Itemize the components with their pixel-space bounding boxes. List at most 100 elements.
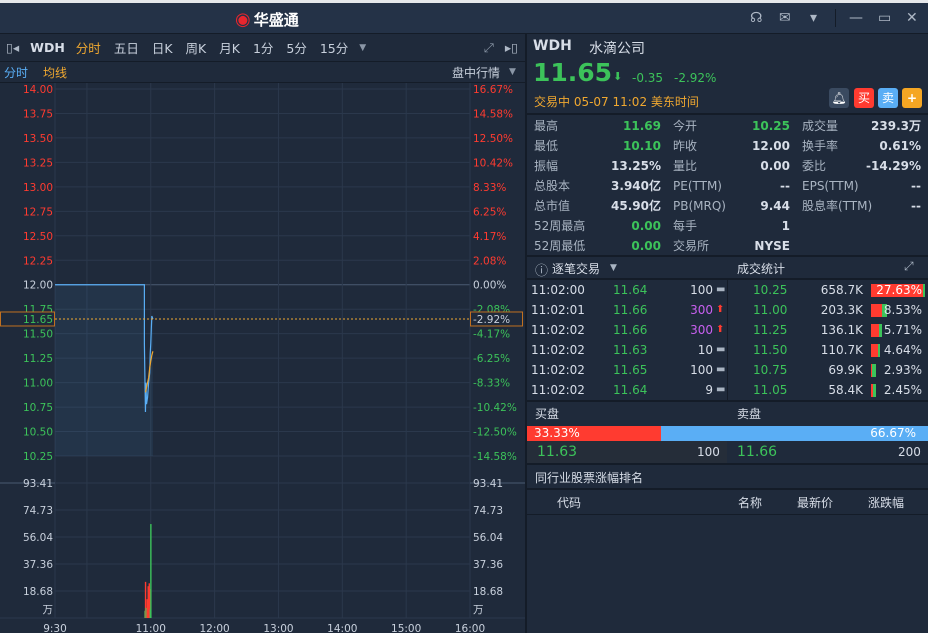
stat-pct: 2.93% — [883, 363, 922, 377]
price-change-pct: -2.92% — [674, 71, 717, 85]
volume-tick-label: 93.41 — [473, 478, 503, 490]
chevron-down-icon[interactable]: ▼ — [509, 67, 516, 77]
flat-icon: ▬ — [716, 344, 726, 355]
tab-1[interactable]: 五日 — [114, 38, 139, 57]
stat-label: 今开 — [673, 119, 698, 133]
trading-status: 交易中 05-07 11:02 美东时间 — [534, 95, 699, 109]
symbol-label: WDH — [30, 40, 65, 55]
volume-tick-label: 74.73 — [473, 505, 503, 517]
last-price: 11.65 — [533, 58, 613, 87]
mail-icon[interactable]: ✉ — [779, 10, 791, 26]
price-tick-label: 12.00 — [23, 280, 53, 292]
shirt-icon[interactable]: ▾ — [810, 10, 817, 26]
pct-tick-label: -6.25% — [473, 353, 510, 365]
flat-icon: ▬ — [716, 284, 726, 295]
col-code[interactable]: 代码 — [557, 494, 581, 511]
volume-tick-label: 18.68 — [23, 586, 53, 598]
flat-icon: ▬ — [716, 384, 726, 395]
minimize-icon[interactable]: — — [849, 10, 863, 26]
tick-time: 11:02:02 — [531, 383, 585, 397]
time-tick-label: 12:00 — [199, 623, 229, 633]
stat-label: 52周最低 — [534, 239, 586, 253]
stat-value: -- — [780, 179, 790, 193]
price-change: -0.35 — [632, 71, 664, 85]
add-watchlist-button[interactable]: + — [902, 88, 922, 108]
arrow-up-icon: ⬆ — [716, 304, 725, 315]
help-icon[interactable]: ⓘ — [535, 260, 548, 279]
stat-label: 最低 — [534, 139, 559, 153]
tick-volume: 10 — [697, 343, 713, 357]
chevron-down-icon[interactable]: ▼ — [610, 263, 617, 273]
market-mode-select[interactable]: 盘中行情 — [452, 64, 500, 81]
headset-icon[interactable]: ☊ — [750, 10, 762, 26]
collapse-left-icon[interactable]: ▯◂ — [6, 40, 19, 55]
time-tick-label: 9:30 — [43, 623, 67, 633]
ask-pct: 66.67% — [870, 426, 916, 440]
tab-6[interactable]: 5分 — [286, 38, 306, 57]
tick-price: 11.66 — [613, 323, 648, 337]
ask-price: 11.66 — [737, 444, 778, 460]
tab-3[interactable]: 周K — [186, 38, 207, 57]
col-change-pct[interactable]: 涨跌幅 — [868, 494, 904, 511]
stat-price: 10.75 — [753, 363, 788, 377]
volume-tick-label: 37.36 — [473, 559, 503, 571]
ask-label: 卖盘 — [737, 407, 762, 421]
volume-tick-label: 56.04 — [23, 532, 53, 544]
logo-icon: ◉ — [235, 9, 251, 30]
tab-7[interactable]: 15分 — [320, 38, 348, 57]
stat-label: 52周最高 — [534, 219, 586, 233]
expand-icon[interactable]: ⤢ — [904, 259, 914, 274]
pct-tick-label: 0.00% — [473, 280, 506, 292]
sell-button[interactable]: 卖 — [878, 88, 898, 108]
tab-0[interactable]: 分时 — [76, 38, 101, 57]
tick-price: 11.65 — [613, 363, 648, 377]
price-tick-label: 13.50 — [23, 133, 53, 145]
title-bar: ◉ 华盛通 ☊ ✉ ▾ — ▭ ✕ — [0, 0, 928, 34]
price-tick-label: 11.25 — [23, 353, 53, 365]
col-name[interactable]: 名称 — [738, 494, 762, 511]
time-tick-label: 14:00 — [327, 623, 357, 633]
fullscreen-icon[interactable]: ⤢ — [484, 40, 494, 56]
col-last-price[interactable]: 最新价 — [797, 494, 833, 511]
tab-2[interactable]: 日K — [152, 38, 173, 57]
stat-volume: 110.7K — [820, 343, 863, 357]
divider — [835, 9, 836, 27]
tick-time: 11:02:02 — [531, 363, 585, 377]
buy-button[interactable]: 买 — [854, 88, 874, 108]
price-tick-label: 12.50 — [23, 231, 53, 243]
tick-time: 11:02:01 — [531, 303, 585, 317]
stat-label: 最高 — [534, 119, 559, 133]
tick-price: 11.66 — [613, 303, 648, 317]
tab-4[interactable]: 月K — [219, 38, 240, 57]
bid-label: 买盘 — [535, 407, 560, 421]
chevron-down-icon[interactable]: ▼ — [359, 43, 366, 53]
stat-value: -- — [911, 199, 921, 213]
volume-tick-label: 93.41 — [23, 478, 53, 490]
bid-ask-ratio-bar: 33.33% 66.67% — [527, 426, 928, 441]
buy-sell-bar — [871, 364, 877, 377]
time-tick-label: 13:00 — [263, 623, 293, 633]
maximize-icon[interactable]: ▭ — [878, 10, 891, 26]
tab-5[interactable]: 1分 — [253, 38, 273, 57]
ticks-title[interactable]: 逐笔交易 — [552, 260, 600, 277]
stat-value: 11.69 — [623, 119, 661, 133]
app-title: 华盛通 — [253, 11, 299, 29]
alert-bell-icon[interactable]: 🔔︎ — [829, 88, 849, 108]
collapse-right-icon[interactable]: ▸▯ — [505, 40, 518, 55]
stat-value: 13.25% — [611, 159, 661, 173]
price-tick-label: 12.25 — [23, 255, 53, 267]
tick-volume: 100 — [690, 283, 713, 297]
price-tick-label: 13.25 — [23, 157, 53, 169]
stat-label: 总市值 — [534, 199, 571, 213]
stat-pct: 8.53% — [883, 303, 922, 317]
pct-tick-label: 6.25% — [473, 206, 506, 218]
time-tick-label: 15:00 — [391, 623, 421, 633]
close-icon[interactable]: ✕ — [906, 10, 918, 26]
stat-value: -14.29% — [866, 159, 921, 173]
pct-tick-label: 10.42% — [473, 157, 513, 169]
stat-label: 昨收 — [673, 139, 698, 153]
stat-label: EPS(TTM) — [802, 179, 859, 193]
intraday-chart[interactable]: 14.00 16.67% 13.75 14.58% 13.50 12.50% 13.25 10… — [0, 83, 526, 633]
stat-price: 11.25 — [753, 323, 788, 337]
stat-value: 0.00 — [631, 239, 661, 253]
